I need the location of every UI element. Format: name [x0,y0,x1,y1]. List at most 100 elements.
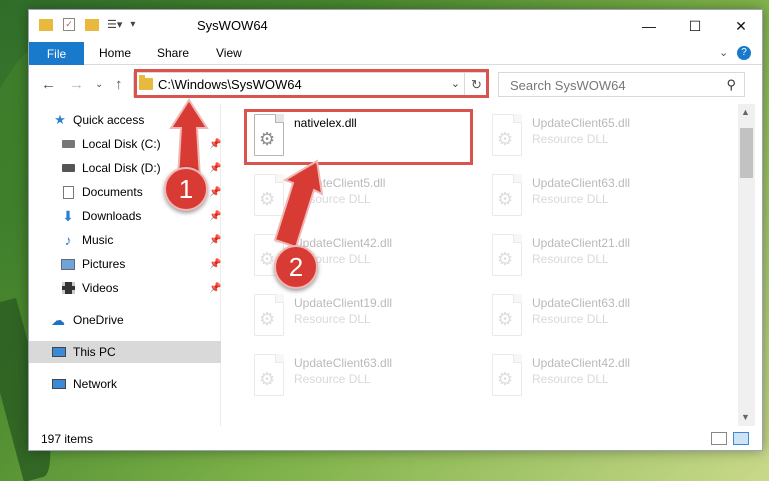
dll-file-icon: ⚙ [492,234,522,276]
sidebar-item-onedrive[interactable]: ☁ OneDrive [29,309,221,331]
file-name: UpdateClient19.dll [294,296,393,310]
sidebar-item-label: Videos [82,281,119,295]
sidebar-item-music[interactable]: ♪ Music 📌 [29,229,222,251]
pin-icon[interactable]: 📌 [209,211,221,222]
file-name: UpdateClient42.dll [294,236,393,250]
explorer-window: ✓ ☰▾ ▾ SysWOW64 — ☐ ✕ File Home Share Vi… [28,9,763,451]
new-folder-icon[interactable] [85,18,99,31]
pin-icon[interactable]: 📌 [209,235,221,246]
customize-icon[interactable]: ☰▾ [107,18,122,31]
close-button[interactable]: ✕ [718,10,764,42]
chevron-down-icon[interactable]: ▾ [130,19,135,30]
computer-icon [52,346,66,359]
scroll-down-icon[interactable]: ▼ [741,412,750,422]
help-icon[interactable]: ? [737,46,751,60]
chevron-down-icon[interactable]: ⌄ [451,77,460,90]
videos-icon [61,282,75,295]
sidebar-item-label: Downloads [82,209,142,223]
vertical-scrollbar[interactable]: ▲ ▼ [738,104,755,426]
gear-icon: ⚙ [259,309,276,329]
sidebar-item-label: Documents [82,185,143,199]
file-type: Resource DLL [532,252,609,266]
gear-icon: ⚙ [259,249,276,269]
gear-icon: ⚙ [497,369,514,389]
status-bar: 197 items [29,428,762,450]
network-icon [52,378,66,391]
dll-file-icon: ⚙ [254,114,284,156]
search-icon: ⚲ [726,77,736,92]
address-bar[interactable]: C:\Windows\SysWOW64 ⌄ ↻ [133,72,489,97]
star-icon: ★ [54,112,66,127]
gear-icon: ⚙ [259,129,276,149]
file-name: nativelex.dll [294,116,357,130]
file-item[interactable]: ⚙ UpdateClient63.dll Resource DLL [246,350,476,406]
drive-icon [61,138,75,151]
pin-icon[interactable]: 📌 [209,139,221,150]
dll-file-icon: ⚙ [254,354,284,396]
sidebar-item-label: Music [82,233,114,247]
gear-icon: ⚙ [497,189,514,209]
sidebar-item-pictures[interactable]: Pictures 📌 [29,253,221,275]
sidebar-item-label: This PC [73,345,116,359]
file-item-nativelex[interactable]: ⚙ nativelex.dll [246,110,476,166]
file-name: UpdateClient42.dll [532,356,631,370]
folder-icon [139,75,153,90]
file-item[interactable]: ⚙ UpdateClient21.dll Resource DLL [484,230,714,286]
address-path: C:\Windows\SysWOW64 [158,77,302,92]
recent-locations-icon[interactable]: ⌄ [95,79,103,90]
large-icons-view-icon[interactable] [733,432,749,445]
file-item[interactable]: ⚙ UpdateClient5.dll Resource DLL [246,170,476,226]
file-name: UpdateClient5.dll [294,176,386,190]
sidebar-item-local-disk-c[interactable]: Local Disk (C:) 📌 [29,133,221,155]
properties-icon[interactable]: ✓ [63,18,75,31]
gear-icon: ⚙ [497,309,514,329]
sidebar-item-network[interactable]: Network [29,373,221,395]
expand-ribbon-icon[interactable]: ⌄ [719,46,728,59]
tab-share[interactable]: Share [157,46,189,60]
gear-icon: ⚙ [259,369,276,389]
callout-badge-1: 1 [164,167,208,211]
tab-view[interactable]: View [216,46,242,60]
sidebar-item-label: Quick access [73,113,145,127]
file-type: Resource DLL [294,372,371,386]
up-icon[interactable]: ↑ [115,76,123,93]
title-bar: ✓ ☰▾ ▾ SysWOW64 — ☐ ✕ [29,10,762,42]
sidebar-item-quick-access[interactable]: ★ Quick access [29,109,221,131]
details-view-icon[interactable] [711,432,727,445]
search-input[interactable]: Search SysWOW64 ⚲ [498,72,745,97]
scroll-thumb[interactable] [740,128,753,178]
scroll-up-icon[interactable]: ▲ [741,107,750,117]
pin-icon[interactable]: 📌 [209,187,221,198]
tab-home[interactable]: Home [99,46,131,60]
forward-icon[interactable]: → [69,76,84,93]
file-name: UpdateClient21.dll [532,236,631,250]
maximize-button[interactable]: ☐ [672,10,718,42]
quick-access-toolbar: ✓ ☰▾ ▾ [39,18,135,31]
pin-icon[interactable]: 📌 [209,283,221,294]
pin-icon[interactable]: 📌 [209,259,221,270]
sidebar-item-videos[interactable]: Videos 📌 [29,277,221,299]
search-placeholder: Search SysWOW64 [510,78,626,93]
tab-file[interactable]: File [29,42,84,65]
sidebar-item-this-pc[interactable]: This PC [29,341,221,363]
file-item[interactable]: ⚙ UpdateClient63.dll Resource DLL [484,170,714,226]
back-icon[interactable]: ← [41,76,56,93]
sidebar-item-label: Local Disk (D:) [82,161,161,175]
callout-badge-2: 2 [274,245,318,289]
file-item[interactable]: ⚙ UpdateClient65.dll Resource DLL [484,110,714,166]
file-type: Resource DLL [532,192,609,206]
file-item[interactable]: ⚙ UpdateClient42.dll Resource DLL [484,350,714,406]
pictures-icon [61,258,75,271]
file-item[interactable]: ⚙ UpdateClient63.dll Resource DLL [484,290,714,346]
file-item[interactable]: ⚙ UpdateClient19.dll Resource DLL [246,290,476,346]
drive-icon [61,162,75,175]
dll-file-icon: ⚙ [492,174,522,216]
refresh-icon[interactable]: ↻ [464,73,488,96]
file-type: Resource DLL [532,132,609,146]
sidebar-item-label: Pictures [82,257,126,271]
dll-file-icon: ⚙ [492,114,522,156]
pin-icon[interactable]: 📌 [209,163,221,174]
file-name: UpdateClient65.dll [532,116,631,130]
minimize-button[interactable]: — [626,10,672,42]
documents-icon [61,185,75,199]
